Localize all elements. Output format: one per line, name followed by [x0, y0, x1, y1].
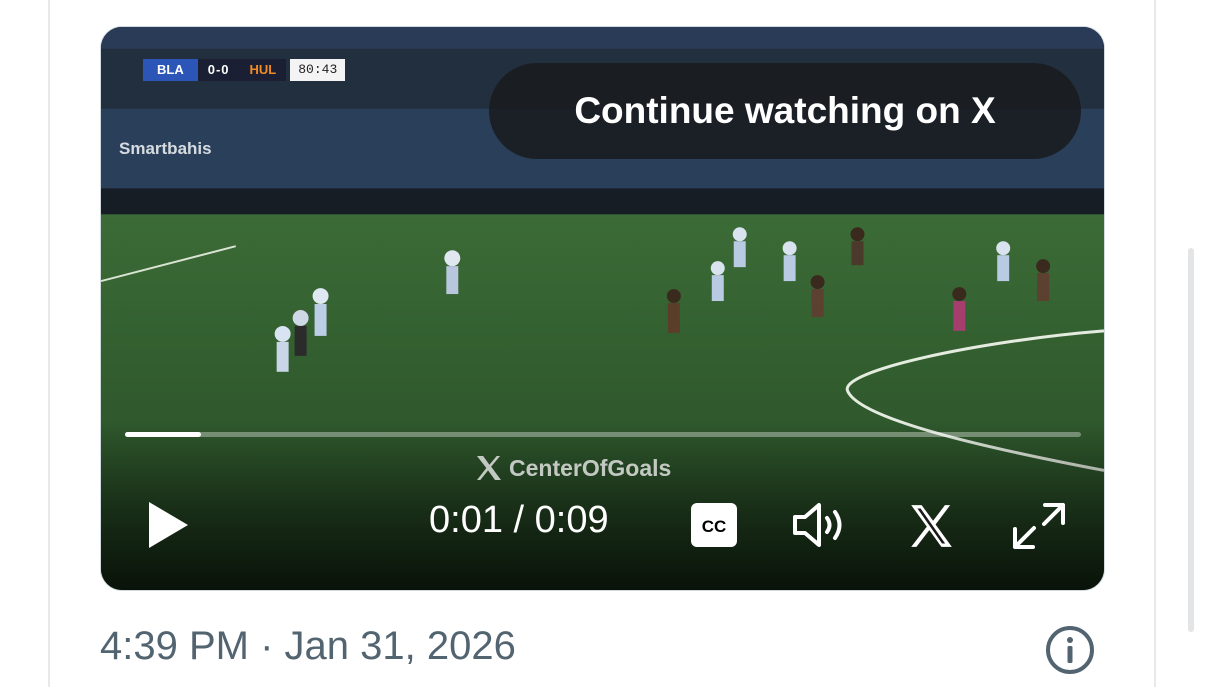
time-readout: 0:01 / 0:09	[429, 499, 609, 541]
watermark-handle: CenterOfGoals	[509, 454, 672, 481]
captions-button[interactable]: CC	[691, 503, 737, 547]
page-scrollbar[interactable]	[1188, 248, 1194, 632]
cc-label: CC	[702, 517, 727, 536]
volume-icon	[793, 503, 842, 547]
away-team: HUL	[239, 59, 287, 81]
progress-bar[interactable]	[125, 432, 1081, 437]
home-team: BLA	[143, 59, 198, 81]
match-clock: 80:43	[290, 59, 346, 81]
continue-watching-button[interactable]: Continue watching on X	[489, 63, 1081, 159]
fullscreen-button[interactable]	[1011, 501, 1067, 551]
x-logo-icon	[477, 456, 501, 480]
watermark: CenterOfGoals	[473, 452, 671, 484]
play-icon	[149, 502, 188, 548]
sponsor-logo: Smartbahis	[119, 139, 212, 158]
video-player[interactable]: BLA 0-0 HUL 80:43 Smartbahis Continue wa…	[100, 26, 1105, 591]
info-icon	[1046, 626, 1094, 674]
progress-fill	[125, 432, 202, 437]
match-score: 0-0	[197, 59, 240, 81]
post-timestamp[interactable]: 4:39 PM · Jan 31, 2026	[100, 624, 516, 669]
cc-icon: CC	[691, 503, 737, 547]
info-button[interactable]	[1044, 624, 1096, 676]
fullscreen-icon	[1013, 503, 1065, 549]
x-logo-icon	[911, 505, 952, 547]
volume-button[interactable]	[791, 501, 849, 549]
play-button[interactable]	[145, 499, 191, 551]
scorebug: BLA 0-0 HUL 80:43	[143, 59, 346, 81]
open-on-x-button[interactable]	[905, 501, 957, 551]
